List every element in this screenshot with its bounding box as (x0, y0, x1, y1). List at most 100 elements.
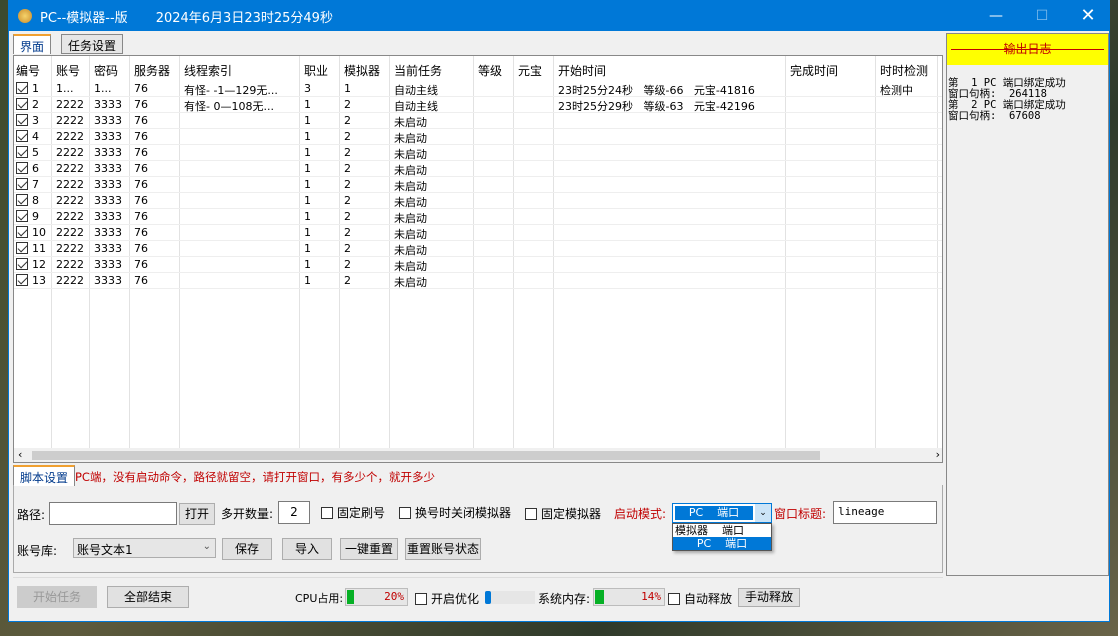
row-checkbox[interactable] (16, 130, 28, 142)
tab-task-settings[interactable]: 任务设置 (61, 34, 124, 54)
close-emu-checkbox[interactable]: 换号时关闭模拟器 (399, 504, 511, 521)
horizontal-scrollbar[interactable]: ‹ › (14, 448, 942, 462)
open-button[interactable]: 打开 (179, 503, 215, 525)
row-checkbox[interactable] (16, 242, 28, 254)
row-checkbox[interactable] (16, 98, 28, 110)
fixed-account-checkbox[interactable]: 固定刷号 (321, 504, 385, 521)
account-lib-select[interactable]: 账号文本1 ⌄ (73, 538, 216, 558)
count-label: 多开数量: (221, 507, 274, 521)
minimize-icon[interactable]: — (973, 1, 1019, 31)
row-checkbox[interactable] (16, 82, 28, 94)
table-cell-account: 2222 (56, 194, 84, 207)
end-all-button[interactable]: 全部结束 (107, 586, 189, 608)
table-cell-password: 3333 (94, 162, 122, 175)
close-icon[interactable]: ✕ (1065, 1, 1111, 31)
maximize-icon[interactable]: ☐ (1019, 1, 1065, 31)
column-header[interactable]: 完成时间 (790, 62, 838, 79)
table-cell-id: 8 (16, 194, 39, 207)
tab-script-settings[interactable]: 脚本设置 (13, 465, 76, 486)
table-cell-id: 2 (16, 98, 39, 111)
table-cell-server: 76 (134, 82, 148, 95)
table-cell-job: 1 (304, 178, 311, 191)
row-checkbox[interactable] (16, 258, 28, 270)
table-cell-emu: 2 (344, 130, 351, 143)
reset-status-button[interactable]: 重置账号状态 (405, 538, 481, 560)
table-cell-emu: 2 (344, 274, 351, 287)
fixed-emu-checkbox[interactable]: 固定模拟器 (525, 505, 601, 522)
start-task-button[interactable]: 开始任务 (17, 586, 97, 608)
optimize-checkbox[interactable]: 开启优化 (415, 590, 479, 607)
table-cell-account: 2222 (56, 226, 84, 239)
table-cell-task: 未启动 (394, 180, 427, 193)
row-id: 4 (32, 130, 39, 143)
cpu-percent: 20% (384, 590, 404, 603)
row-checkbox[interactable] (16, 146, 28, 158)
count-input[interactable]: 2 (278, 501, 310, 524)
row-id: 1 (32, 82, 39, 95)
column-header[interactable]: 账号 (56, 62, 80, 79)
table-cell-password: 3333 (94, 274, 122, 287)
chevron-down-icon[interactable]: ⌄ (755, 504, 771, 522)
table-cell-job: 1 (304, 258, 311, 271)
column-header[interactable]: 当前任务 (394, 62, 442, 79)
row-id: 13 (32, 274, 46, 287)
column-header[interactable]: 等级 (478, 62, 502, 79)
manual-release-button[interactable]: 手动释放 (738, 588, 800, 607)
table-cell-task: 未启动 (394, 212, 427, 225)
mode-option[interactable]: 模拟器 端口 (673, 524, 771, 537)
cpu-label: CPU占用: (295, 592, 344, 605)
table-cell-emu: 2 (344, 194, 351, 207)
table-cell-emu: 2 (344, 242, 351, 255)
row-checkbox[interactable] (16, 194, 28, 206)
row-checkbox[interactable] (16, 226, 28, 238)
row-checkbox[interactable] (16, 210, 28, 222)
mode-select[interactable]: PC 端口 ⌄ (672, 503, 772, 523)
reset-all-button[interactable]: 一键重置 (340, 538, 398, 560)
table-cell-job: 1 (304, 114, 311, 127)
column-header[interactable]: 线程索引 (184, 62, 232, 79)
table-cell-id: 11 (16, 242, 46, 255)
tab-main[interactable]: 界面 (13, 34, 52, 54)
row-divider (14, 240, 942, 241)
row-checkbox[interactable] (16, 274, 28, 286)
table-cell-id: 9 (16, 210, 39, 223)
column-header[interactable]: 编号 (16, 62, 40, 79)
row-divider (14, 176, 942, 177)
table-cell-account: 2222 (56, 130, 84, 143)
row-divider (14, 192, 942, 193)
column-header[interactable]: 职业 (304, 62, 328, 79)
slider-thumb[interactable] (485, 591, 491, 604)
row-checkbox[interactable] (16, 162, 28, 174)
scroll-left-icon[interactable]: ‹ (18, 448, 22, 461)
path-label: 路径: (17, 508, 46, 522)
table-cell-server: 76 (134, 98, 148, 111)
row-checkbox[interactable] (16, 114, 28, 126)
mode-label: 启动模式: (614, 507, 667, 521)
window-title-input[interactable]: lineage (833, 501, 937, 524)
table-cell-password: 3333 (94, 226, 122, 239)
table-cell-job: 1 (304, 274, 311, 287)
column-header[interactable]: 密码 (94, 62, 118, 79)
optimize-slider[interactable] (485, 591, 535, 604)
column-header[interactable]: 开始时间 (558, 62, 606, 79)
chevron-down-icon: ⌄ (202, 541, 211, 552)
path-input[interactable] (49, 502, 177, 525)
account-lib-value: 账号文本1 (77, 543, 133, 557)
row-divider (14, 224, 942, 225)
account-table: ‹ › 编号 账号 密码 服务器 线程索引 职业 模拟器 当前任务 等级 元宝 开始时间 完成时间 时时… (13, 55, 943, 463)
column-header[interactable]: 模拟器 (344, 62, 380, 79)
table-cell-password: 3333 (94, 114, 122, 127)
scroll-thumb[interactable] (32, 451, 820, 460)
mode-option[interactable]: PC 端口 (673, 537, 771, 550)
table-cell-account: 2222 (56, 114, 84, 127)
column-header[interactable]: 服务器 (134, 62, 170, 79)
table-cell-password: 3333 (94, 130, 122, 143)
scroll-right-icon[interactable]: › (936, 448, 940, 461)
save-button[interactable]: 保存 (222, 538, 272, 560)
column-header[interactable]: 元宝 (518, 62, 542, 79)
import-button[interactable]: 导入 (282, 538, 332, 560)
row-checkbox[interactable] (16, 178, 28, 190)
auto-release-checkbox[interactable]: 自动释放 (668, 590, 732, 607)
column-header[interactable]: 时时检测 (880, 62, 928, 79)
table-cell-emu: 2 (344, 146, 351, 159)
